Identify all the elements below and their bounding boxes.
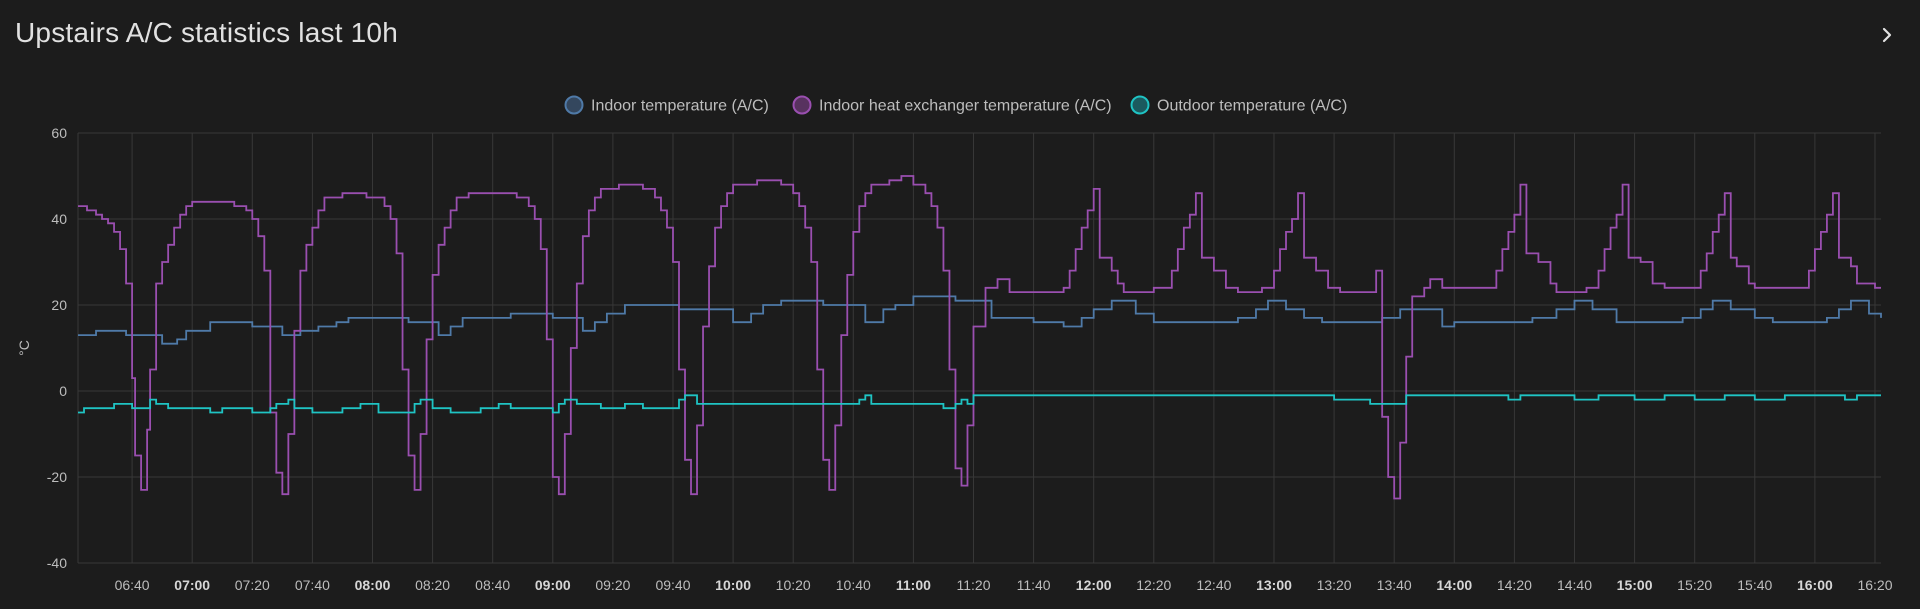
x-tick-label: 15:00	[1617, 577, 1653, 593]
x-tick-label: 10:00	[715, 577, 751, 593]
statistics-card: Upstairs A/C statistics last 10h 60 40 20 0…	[0, 0, 1920, 609]
x-tick-label: 11:40	[1017, 577, 1051, 593]
y-tick-label: 60	[51, 125, 67, 141]
x-tick-label: 08:20	[415, 577, 450, 593]
y-tick-label: -20	[47, 469, 67, 485]
x-tick-label: 12:00	[1076, 577, 1112, 593]
y-tick-label: 0	[59, 383, 67, 399]
legend-label-2: Indoor heat exchanger temperature (A/C)	[819, 98, 1112, 115]
series-line-1	[78, 295, 1882, 345]
x-tick-label: 08:40	[475, 577, 510, 593]
y-tick-label: 40	[51, 211, 67, 227]
x-tick-label: 09:00	[535, 577, 571, 593]
x-tick-label: 13:20	[1317, 577, 1352, 593]
legend-marker-1	[564, 95, 584, 115]
x-tick-label: 14:20	[1497, 577, 1532, 593]
x-tick-label: 13:40	[1377, 577, 1412, 593]
x-tick-label: 15:40	[1737, 577, 1772, 593]
x-tick-label: 12:20	[1136, 577, 1171, 593]
x-tick-label: 08:00	[355, 577, 391, 593]
x-tick-label: 10:40	[836, 577, 871, 593]
x-tick-label: 07:00	[174, 577, 210, 593]
y-tick-label: -40	[47, 555, 67, 571]
x-tick-label: 11:20	[956, 577, 990, 593]
x-tick-label: 15:20	[1677, 577, 1712, 593]
x-tick-label: 14:00	[1436, 577, 1472, 593]
x-tick-label: 16:00	[1797, 577, 1833, 593]
x-tick-label: 07:20	[235, 577, 270, 593]
x-tick-label: 12:40	[1196, 577, 1231, 593]
x-tick-label: 14:40	[1557, 577, 1592, 593]
x-tick-label: 09:20	[595, 577, 630, 593]
x-tick-label: 07:40	[295, 577, 330, 593]
y-tick-label: 20	[51, 297, 67, 313]
x-tick-label: 09:40	[655, 577, 690, 593]
x-tick-label: 10:20	[776, 577, 811, 593]
legend-label-1: Indoor temperature (A/C)	[591, 98, 769, 115]
x-tick-label: 16:20	[1857, 577, 1892, 593]
legend-marker-2	[792, 95, 812, 115]
x-tick-label: 06:40	[115, 577, 150, 593]
series-line-3	[78, 394, 1881, 414]
x-tick-label: 13:00	[1256, 577, 1292, 593]
y-axis-unit: °C	[16, 340, 32, 356]
x-tick-label: 11:00	[896, 577, 931, 593]
legend-marker-3	[1130, 95, 1150, 115]
legend-label-3: Outdoor temperature (A/C)	[1157, 98, 1347, 115]
series-line-2	[78, 175, 1881, 500]
statistics-chart: 60 40 20 0 -20 -40 06:40 07:00 07:20 07:40 08:00 08…	[16, 95, 1893, 593]
